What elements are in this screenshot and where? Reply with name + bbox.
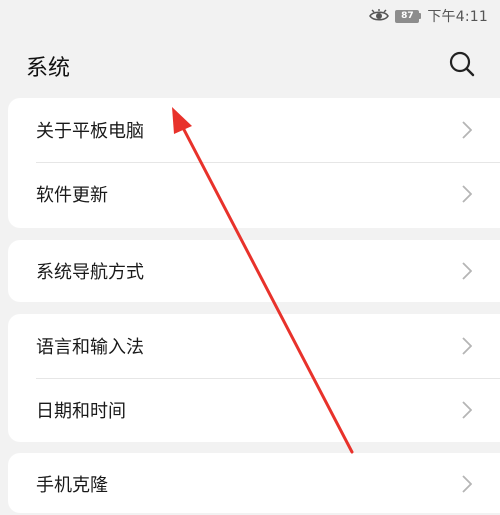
chevron-right-icon xyxy=(462,337,472,355)
header: 系统 xyxy=(0,32,500,100)
settings-item-label: 系统导航方式 xyxy=(36,262,144,283)
settings-group-4: 手机克隆 xyxy=(8,453,500,513)
settings-item-system-navigation[interactable]: 系统导航方式 xyxy=(8,240,500,302)
status-indicators: 87 下午4:11 xyxy=(369,7,488,25)
settings-item-language-input[interactable]: 语言和输入法 xyxy=(8,314,500,378)
eye-icon xyxy=(369,9,390,23)
settings-item-phone-clone[interactable]: 手机克隆 xyxy=(8,453,500,515)
settings-item-software-update[interactable]: 软件更新 xyxy=(8,162,500,226)
search-button[interactable] xyxy=(446,48,478,80)
settings-item-label: 日期和时间 xyxy=(36,401,126,422)
settings-group-1: 关于平板电脑 软件更新 xyxy=(8,98,500,228)
settings-item-label: 软件更新 xyxy=(36,185,108,206)
settings-group-3: 语言和输入法 日期和时间 xyxy=(8,314,500,442)
status-bar: 87 下午4:11 xyxy=(0,0,500,32)
chevron-right-icon xyxy=(462,185,472,203)
chevron-right-icon xyxy=(462,262,472,280)
page-title: 系统 xyxy=(26,56,71,81)
battery-icon: 87 xyxy=(395,9,422,23)
status-time: 下午4:11 xyxy=(427,9,488,25)
settings-group-2: 系统导航方式 xyxy=(8,240,500,302)
chevron-right-icon xyxy=(462,121,472,139)
battery-level: 87 xyxy=(395,9,420,23)
settings-item-date-time[interactable]: 日期和时间 xyxy=(8,378,500,442)
settings-item-label: 手机克隆 xyxy=(36,475,108,496)
settings-item-about-tablet[interactable]: 关于平板电脑 xyxy=(8,98,500,162)
search-icon xyxy=(446,48,478,80)
settings-item-label: 关于平板电脑 xyxy=(36,121,144,142)
battery-tip xyxy=(419,13,422,19)
settings-item-label: 语言和输入法 xyxy=(36,337,144,358)
chevron-right-icon xyxy=(462,401,472,419)
chevron-right-icon xyxy=(462,475,472,493)
